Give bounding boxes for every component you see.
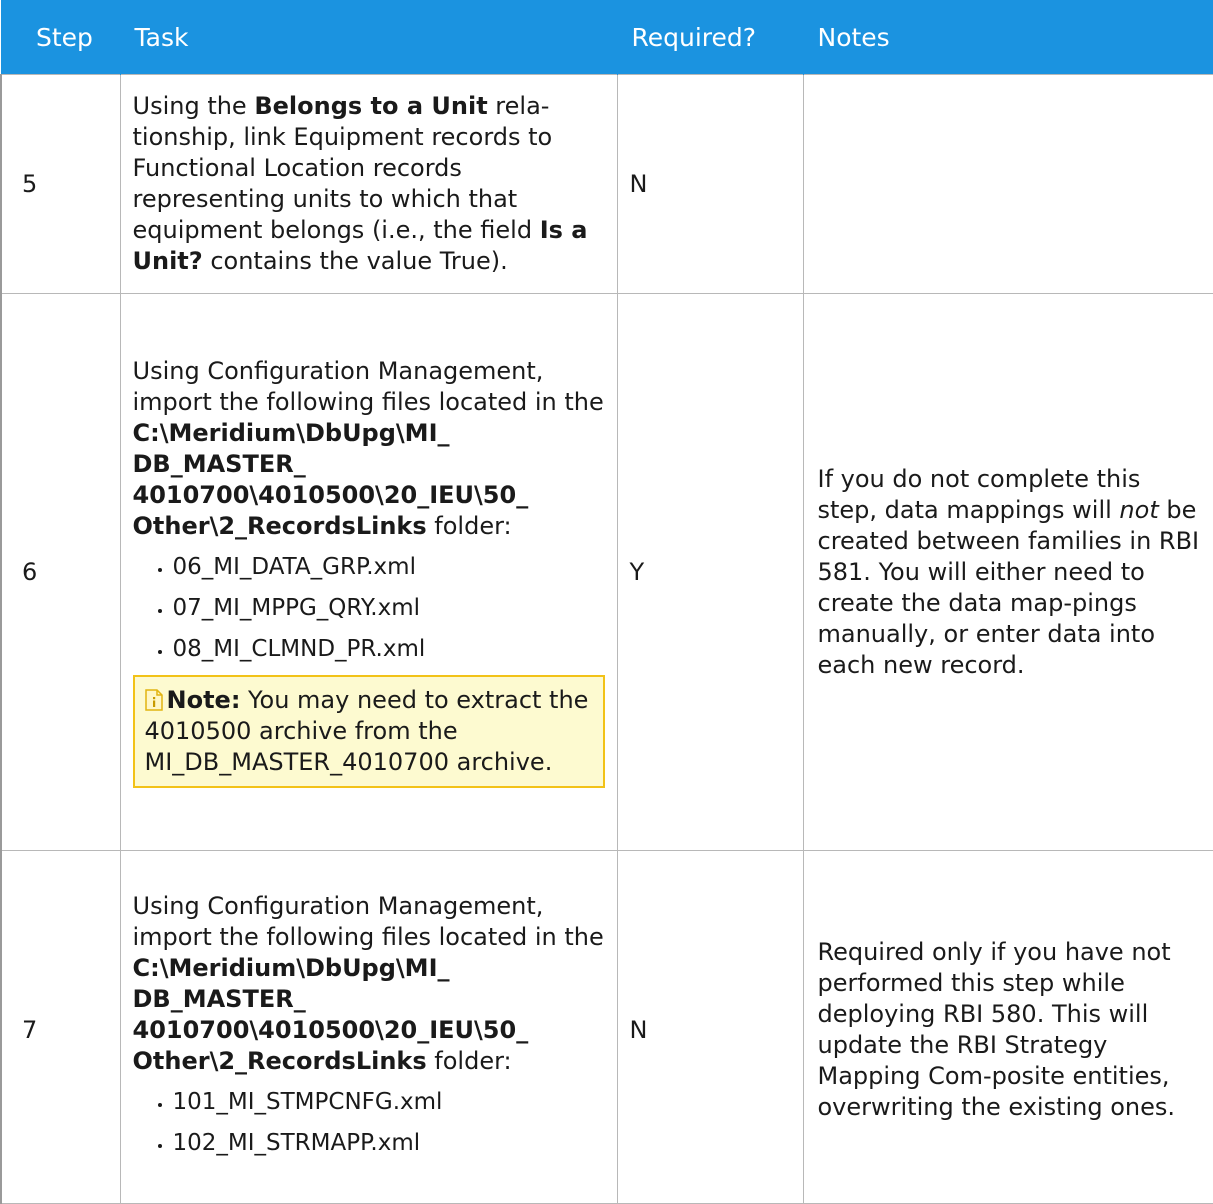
task-text: Using Configuration Management, import t… — [133, 356, 605, 542]
list-item: 06_MI_DATA_GRP.xml — [173, 552, 605, 583]
required-value: N — [616, 74, 804, 294]
list-item: 102_MI_STRMAPP.xml — [173, 1128, 605, 1159]
emphasis-text: not — [1119, 495, 1159, 524]
steps-table: Step Task Required? Notes 5 Using the Be… — [0, 0, 1213, 1204]
text-run: Using Configuration Management, import t… — [132, 357, 604, 416]
task-cell: Using Configuration Management, import t… — [119, 293, 618, 851]
note-callout: Note: You may need to extract the 401050… — [132, 675, 605, 788]
note-label: Note: — [166, 686, 241, 714]
file-list: 101_MI_STMPCNFG.xml 102_MI_STRMAPP.xml — [133, 1087, 605, 1159]
header-row: Step Task Required? Notes — [1, 0, 1213, 75]
list-item: 08_MI_CLMND_PR.xml — [173, 634, 605, 665]
step-number: 5 — [0, 74, 121, 294]
header-required: Required? — [617, 0, 804, 75]
header-notes: Notes — [803, 0, 1213, 75]
notes-cell — [802, 74, 1213, 294]
required-value: Y — [616, 293, 804, 851]
notes-cell: Required only if you have not performed … — [802, 850, 1213, 1204]
note-info-icon — [144, 689, 163, 711]
task-text: Using the Belongs to a Unit rela-tionshi… — [133, 91, 605, 277]
relationship-name: Belongs to a Unit — [254, 92, 488, 120]
header-step: Step — [1, 0, 121, 75]
table-row: 7 Using Configuration Management, import… — [0, 850, 1213, 1204]
text-run: If you do not complete this step, data m… — [817, 464, 1141, 524]
notes-cell: If you do not complete this step, data m… — [802, 293, 1213, 851]
list-item: 101_MI_STMPCNFG.xml — [173, 1087, 605, 1118]
required-value: N — [616, 850, 804, 1204]
text-run: Using the — [132, 92, 255, 120]
text-run: Using Configuration Management, import t… — [132, 892, 604, 951]
text-run: folder: — [426, 1047, 512, 1075]
task-cell: Using Configuration Management, import t… — [119, 850, 618, 1204]
step-number: 6 — [0, 293, 121, 851]
text-run: contains the value True). — [202, 247, 508, 275]
list-item: 07_MI_MPPG_QRY.xml — [173, 593, 605, 624]
file-list: 06_MI_DATA_GRP.xml 07_MI_MPPG_QRY.xml 08… — [133, 552, 605, 665]
table-row: 6 Using Configuration Management, import… — [0, 293, 1213, 851]
task-text: Using Configuration Management, import t… — [133, 891, 605, 1077]
text-run: folder: — [426, 512, 512, 540]
step-number: 7 — [0, 850, 121, 1204]
header-task: Task — [120, 0, 618, 75]
table-row: 5 Using the Belongs to a Unit rela-tions… — [0, 74, 1213, 294]
task-cell: Using the Belongs to a Unit rela-tionshi… — [119, 74, 618, 294]
